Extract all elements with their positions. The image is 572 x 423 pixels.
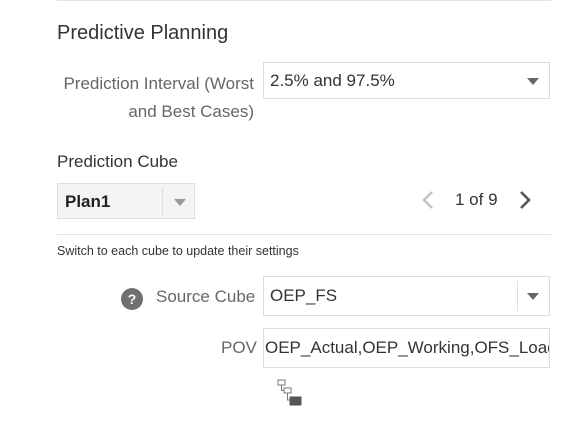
member-selector-icon[interactable] <box>277 379 303 407</box>
next-cube-button[interactable] <box>515 189 535 211</box>
cube-pager-text: 1 of 9 <box>455 190 498 209</box>
top-divider <box>57 0 551 1</box>
prediction-interval-label: Prediction Interval (Worst and Best Case… <box>50 70 254 126</box>
source-cube-select[interactable]: OEP_FS <box>263 276 550 316</box>
prediction-interval-value: 2.5% and 97.5% <box>270 71 395 90</box>
chevron-down-icon <box>527 293 539 300</box>
select-separator <box>162 188 163 216</box>
help-circle-icon[interactable]: ? <box>121 288 143 310</box>
section-title: Predictive Planning <box>57 22 229 44</box>
pov-label: POV <box>221 338 257 357</box>
mid-divider <box>57 234 551 235</box>
select-separator <box>517 281 518 311</box>
chevron-right-icon <box>520 191 531 209</box>
prediction-interval-label-line1: Prediction Interval (Worst <box>63 74 254 93</box>
pov-value: OEP_Actual,OEP_Working,OFS_Load <box>265 338 550 357</box>
pov-input[interactable]: OEP_Actual,OEP_Working,OFS_Load <box>263 328 550 368</box>
previous-cube-button[interactable] <box>418 189 438 211</box>
source-cube-value: OEP_FS <box>270 286 338 305</box>
prediction-cube-select[interactable]: Plan1 <box>57 183 195 219</box>
prediction-interval-select[interactable]: 2.5% and 97.5% <box>263 62 550 99</box>
chevron-down-icon <box>174 199 186 206</box>
prediction-cube-value: Plan1 <box>65 192 111 211</box>
cube-settings-hint: Switch to each cube to update their sett… <box>57 244 299 258</box>
chevron-left-icon <box>422 191 433 209</box>
source-cube-label: Source Cube <box>156 287 256 306</box>
prediction-cube-label: Prediction Cube <box>57 152 178 171</box>
prediction-interval-label-line2: and Best Cases) <box>128 102 254 121</box>
chevron-down-icon <box>527 78 539 85</box>
